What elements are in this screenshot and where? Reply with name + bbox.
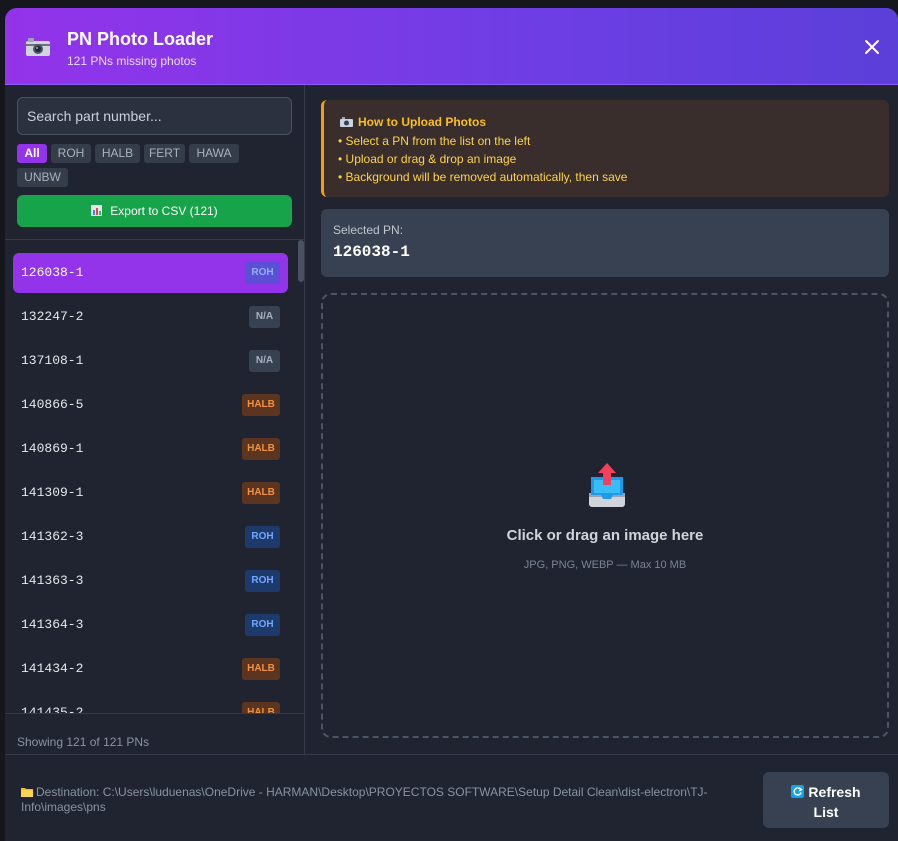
- modal-footer: Destination: C:\Users\luduenas\OneDrive …: [5, 754, 898, 841]
- modal-subtitle: 121 PNs missing photos: [67, 54, 197, 68]
- type-badge: ROH: [245, 262, 280, 284]
- pn-number: 141363-3: [21, 573, 84, 588]
- list-item[interactable]: 141364-3 ROH: [13, 605, 288, 645]
- search-input[interactable]: [17, 97, 292, 135]
- export-csv-button[interactable]: Export to CSV (121): [17, 195, 292, 227]
- chart-icon: [91, 205, 103, 216]
- filter-hawa[interactable]: HAWA: [189, 144, 239, 163]
- type-badge: ROH: [245, 614, 280, 636]
- type-badge: HALB: [242, 658, 280, 680]
- refresh-label-line1: Refresh: [808, 784, 861, 800]
- type-badge: N/A: [249, 306, 280, 328]
- modal-header: PN Photo Loader 121 PNs missing photos: [5, 8, 898, 85]
- instruction-line: • Select a PN from the list on the left: [338, 134, 531, 148]
- type-badge: N/A: [249, 350, 280, 372]
- filter-roh[interactable]: ROH: [51, 144, 91, 163]
- filter-halb[interactable]: HALB: [95, 144, 140, 163]
- pn-number: 141434-2: [21, 661, 84, 676]
- camera-icon: [340, 117, 353, 127]
- dropzone-title: Click or drag an image here: [506, 527, 704, 544]
- selected-pn-card: Selected PN: 126038-1: [321, 209, 889, 277]
- filter-unbw[interactable]: UNBW: [17, 168, 68, 187]
- list-item[interactable]: 137108-1 N/A: [13, 341, 288, 381]
- list-item[interactable]: 141435-2 HALB: [13, 693, 288, 713]
- pn-number: 140869-1: [21, 441, 84, 456]
- upload-inbox-icon: [589, 463, 625, 507]
- list-item[interactable]: 141434-2 HALB: [13, 649, 288, 689]
- instructions-title-text: How to Upload Photos: [358, 115, 486, 129]
- list-item[interactable]: 132247-2 N/A: [13, 297, 288, 337]
- image-dropzone[interactable]: Click or drag an image here JPG, PNG, WE…: [321, 293, 889, 738]
- divider: [5, 713, 305, 714]
- list-item[interactable]: 140866-5 HALB: [13, 385, 288, 425]
- export-csv-label: Export to CSV (121): [110, 204, 218, 218]
- upload-panel: How to Upload Photos • Select a PN from …: [305, 85, 898, 754]
- instructions-box: How to Upload Photos • Select a PN from …: [321, 100, 889, 197]
- filter-fert[interactable]: FERT: [144, 144, 185, 163]
- instruction-line: • Upload or drag & drop an image: [338, 152, 517, 166]
- refresh-label-line2: List: [813, 804, 839, 820]
- pn-number: 141364-3: [21, 617, 84, 632]
- modal-title: PN Photo Loader: [67, 29, 214, 49]
- type-badge: HALB: [242, 482, 280, 504]
- selected-pn-label: Selected PN:: [333, 223, 404, 237]
- pn-list: 126038-1 ROH 132247-2 N/A 137108-1 N/A 1…: [5, 240, 296, 713]
- destination-text: Destination: C:\Users\luduenas\OneDrive …: [21, 785, 708, 814]
- close-icon[interactable]: [863, 38, 881, 56]
- pn-number: 140866-5: [21, 397, 84, 412]
- pn-number: 141435-2: [21, 705, 84, 713]
- type-badge: HALB: [242, 394, 280, 416]
- pn-sidebar: All ROH HALB FERT HAWA UNBW Export to CS…: [5, 85, 305, 754]
- list-scrollbar[interactable]: [296, 240, 305, 713]
- pn-number: 126038-1: [21, 265, 84, 280]
- pn-number: 141362-3: [21, 529, 84, 544]
- selected-pn-value: 126038-1: [333, 243, 410, 261]
- instructions-title: How to Upload Photos: [340, 115, 486, 129]
- photo-loader-modal: PN Photo Loader 121 PNs missing photos A…: [5, 8, 898, 841]
- showing-count: Showing 121 of 121 PNs: [17, 735, 150, 749]
- list-item[interactable]: 126038-1 ROH: [13, 253, 288, 293]
- refresh-list-button[interactable]: Refresh List: [763, 772, 889, 828]
- instruction-line: • Background will be removed automatical…: [338, 170, 628, 184]
- list-item[interactable]: 141362-3 ROH: [13, 517, 288, 557]
- dropzone-subtitle: JPG, PNG, WEBP — Max 10 MB: [523, 559, 687, 571]
- type-badge: ROH: [245, 570, 280, 592]
- pn-number: 137108-1: [21, 353, 84, 368]
- type-badge: ROH: [245, 526, 280, 548]
- type-badge: HALB: [242, 702, 280, 713]
- list-item[interactable]: 140869-1 HALB: [13, 429, 288, 469]
- filter-all[interactable]: All: [17, 144, 47, 163]
- camera-icon: [26, 38, 50, 56]
- type-badge: HALB: [242, 438, 280, 460]
- list-item[interactable]: 141309-1 HALB: [13, 473, 288, 513]
- destination-path: Destination: C:\Users\luduenas\OneDrive …: [21, 785, 721, 815]
- pn-number: 141309-1: [21, 485, 84, 500]
- scrollbar-thumb[interactable]: [298, 240, 304, 282]
- list-item[interactable]: 141363-3 ROH: [13, 561, 288, 601]
- refresh-icon: [791, 785, 805, 798]
- folder-icon: [21, 788, 33, 797]
- pn-number: 132247-2: [21, 309, 84, 324]
